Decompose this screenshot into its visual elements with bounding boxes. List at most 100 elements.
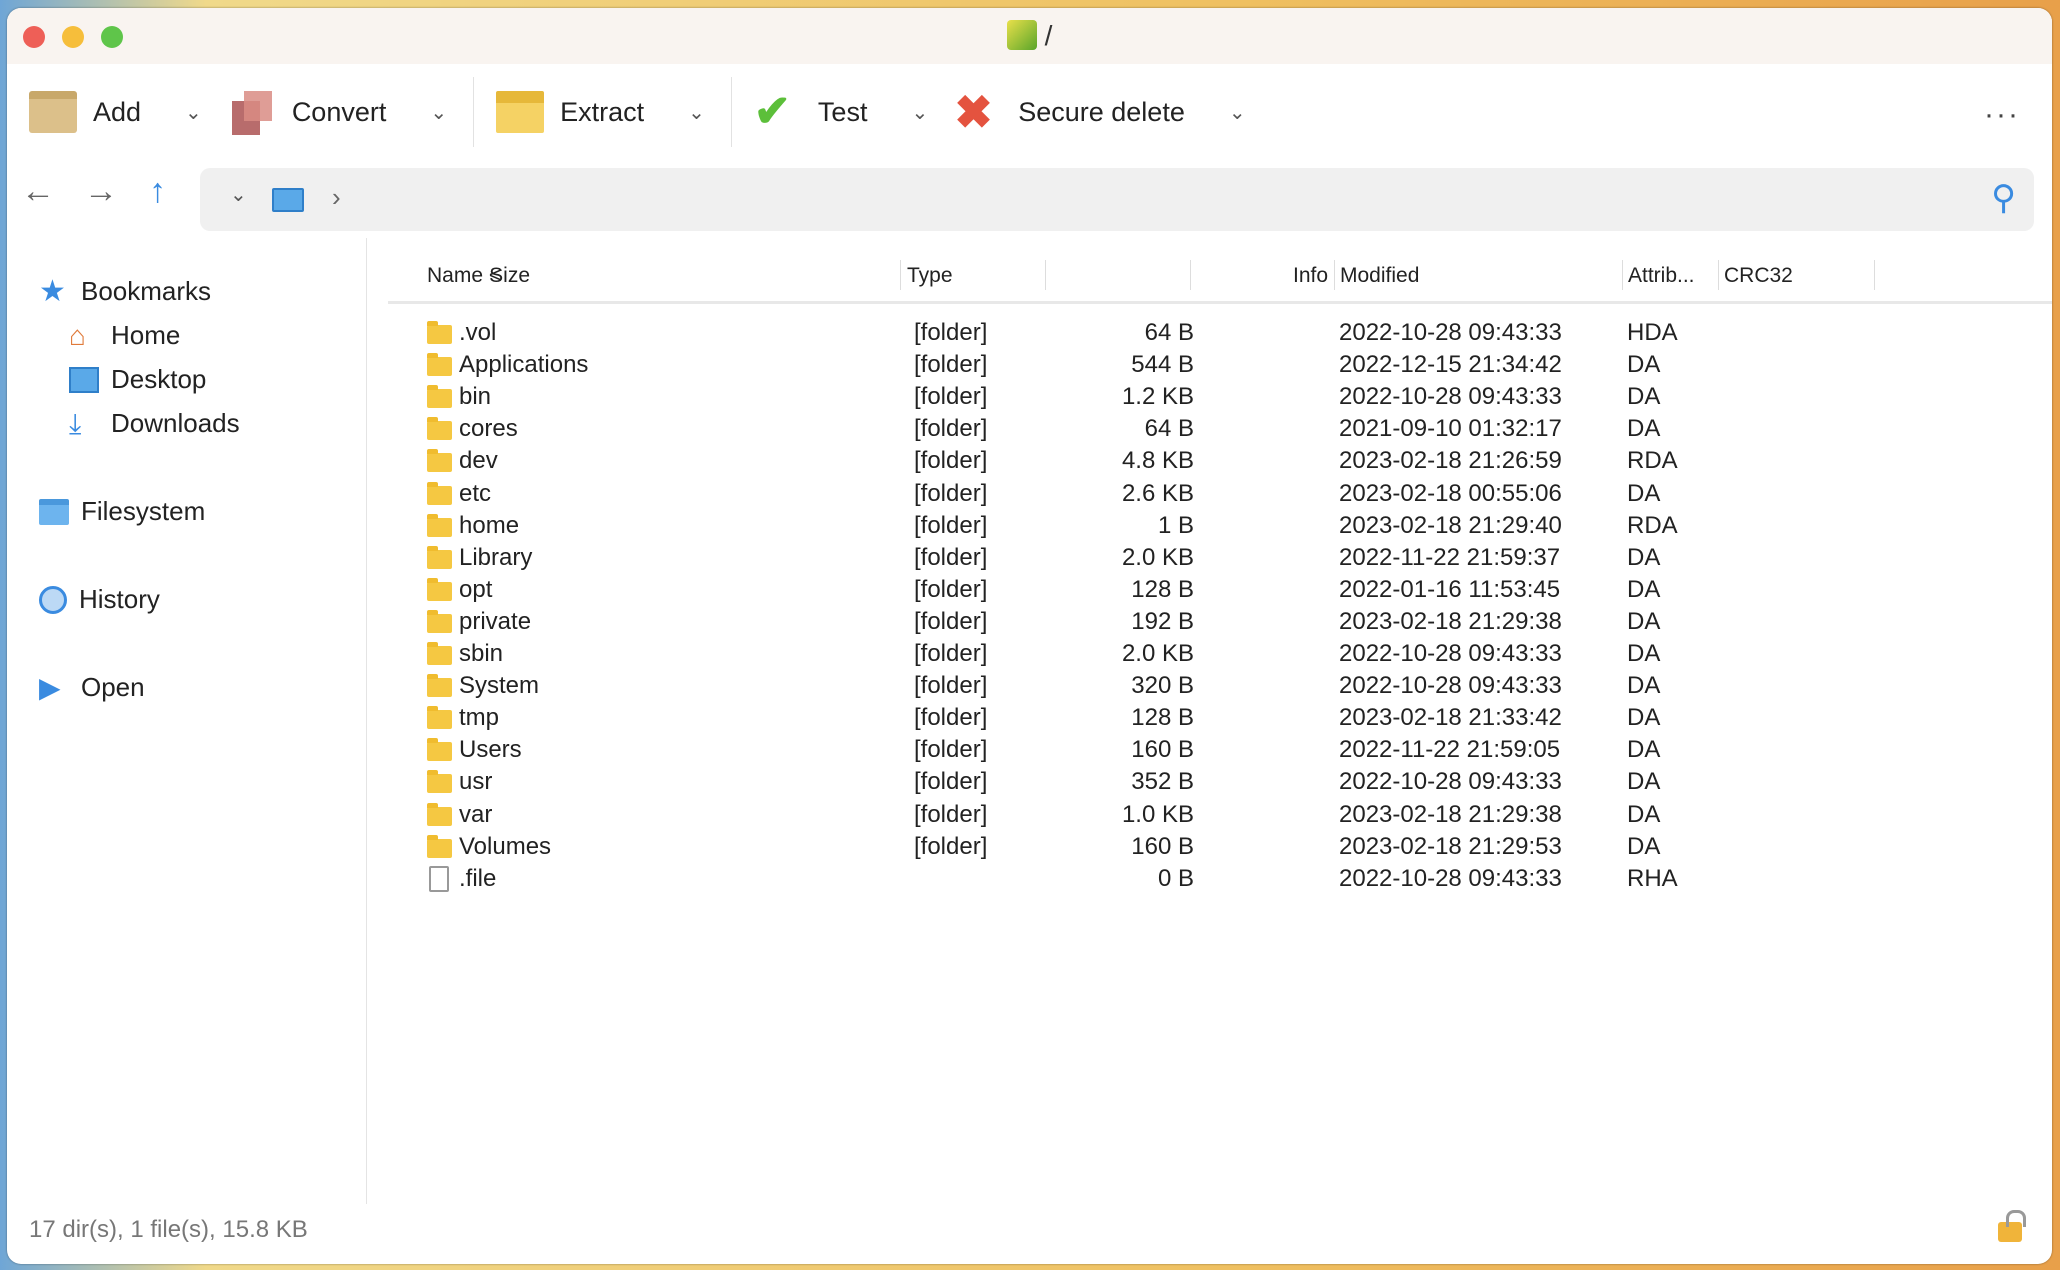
file-icon [429,865,449,892]
column-header-row: Name < Type Size Info Modified Attrib...… [388,238,2052,304]
row-name: Users [459,736,522,764]
unlock-icon[interactable] [1998,1210,2026,1242]
test-button[interactable]: ✔ Test ⌄ [754,77,954,147]
search-icon[interactable]: ⚲ [1991,178,2016,218]
path-bar[interactable]: ⌄ › ⚲ [200,168,2034,231]
computer-icon[interactable] [272,188,304,212]
table-row[interactable]: tmp [folder] 128 B 2023-02-18 21:33:42 D… [368,702,2052,734]
chevron-down-icon[interactable]: ⌄ [688,100,705,125]
row-attributes: DA [1627,672,1661,700]
table-row[interactable]: .vol [folder] 64 B 2022-10-28 09:43:33 H… [368,317,2052,349]
row-attributes: DA [1627,832,1661,860]
column-divider[interactable] [1334,260,1335,290]
column-type[interactable]: Type [907,264,953,288]
chevron-down-icon[interactable]: ⌄ [1229,100,1246,125]
row-attributes: DA [1627,704,1661,732]
sidebar-item-desktop[interactable]: Desktop [69,364,206,395]
sidebar-item-home[interactable]: ⌂ Home [69,320,180,351]
sidebar-item-open[interactable]: ▶ Open [39,672,145,703]
folder-icon [427,609,452,633]
row-modified: 2023-02-18 21:26:59 [1339,447,1562,475]
column-divider[interactable] [1190,260,1191,290]
column-divider[interactable] [1622,260,1623,290]
folder-icon [427,449,452,473]
chevron-down-icon[interactable]: ⌄ [430,100,447,125]
column-divider[interactable] [1045,260,1046,290]
row-type: [folder] [914,768,988,796]
table-row[interactable]: Volumes [folder] 160 B 2023-02-18 21:29:… [368,831,2052,863]
table-row[interactable]: usr [folder] 352 B 2022-10-28 09:43:33 D… [368,766,2052,798]
table-row[interactable]: dev [folder] 4.8 KB 2023-02-18 21:26:59 … [368,445,2052,477]
star-icon: ★ [39,274,66,308]
convert-button[interactable]: Convert ⌄ [228,77,473,147]
row-size: 2.6 KB [1121,479,1194,507]
table-row[interactable]: opt [folder] 128 B 2022-01-16 11:53:45 D… [368,574,2052,606]
sidebar-item-bookmarks[interactable]: ★ Bookmarks [39,276,211,307]
row-attributes: DA [1627,479,1661,507]
table-row[interactable]: var [folder] 1.0 KB 2023-02-18 21:29:38 … [368,799,2052,831]
row-type: [folder] [914,672,988,700]
add-label: Add [93,96,142,127]
table-row[interactable]: Users [folder] 160 B 2022-11-22 21:59:05… [368,734,2052,766]
row-type: [folder] [914,511,988,539]
forward-arrow-icon[interactable]: → [84,172,118,211]
row-type: [folder] [914,832,988,860]
history-label: History [79,584,160,614]
row-name: private [459,607,532,635]
table-row[interactable]: sbin [folder] 2.0 KB 2022-10-28 09:43:33… [368,638,2052,670]
row-size: 1.2 KB [1121,383,1194,411]
status-bar-text: 17 dir(s), 1 file(s), 15.8 KB [29,1216,308,1243]
row-modified: 2022-10-28 09:43:33 [1339,319,1562,346]
row-type: [folder] [914,351,988,379]
column-size[interactable]: Size [489,264,530,288]
column-divider[interactable] [1874,260,1875,290]
add-button[interactable]: Add ⌄ [29,77,228,147]
row-type: [folder] [914,319,988,346]
sidebar-item-history[interactable]: History [39,584,160,615]
bookmarks-label: Bookmarks [81,276,212,306]
table-row[interactable]: Applications [folder] 544 B 2022-12-15 2… [368,349,2052,381]
row-size: 1.0 KB [1121,800,1194,828]
column-crc32[interactable]: CRC32 [1724,264,1793,288]
row-size: 0 B [1157,864,1194,892]
column-info[interactable]: Info [1293,264,1328,288]
row-modified: 2022-10-28 09:43:33 [1339,640,1562,667]
row-name: .file [459,864,497,892]
table-row[interactable]: cores [folder] 64 B 2021-09-10 01:32:17 … [368,413,2052,445]
row-attributes: DA [1627,351,1661,379]
sidebar-item-filesystem[interactable]: Filesystem [39,496,205,527]
table-row[interactable]: Library [folder] 2.0 KB 2022-11-22 21:59… [368,542,2052,574]
column-modified[interactable]: Modified [1340,264,1419,288]
row-name: tmp [459,704,500,732]
row-name: sbin [459,640,504,667]
up-arrow-icon[interactable]: ↑ [149,172,166,211]
row-name: Library [459,543,533,571]
row-type: [folder] [914,800,988,828]
row-attributes: DA [1627,768,1661,796]
table-row[interactable]: System [folder] 320 B 2022-10-28 09:43:3… [368,670,2052,702]
more-options-button[interactable]: ··· [1984,98,2020,132]
play-icon: ▶ [39,671,61,703]
column-attributes[interactable]: Attrib... [1628,264,1695,288]
row-name: var [459,800,493,828]
back-arrow-icon[interactable]: ← [21,172,55,211]
chevron-down-icon[interactable]: ⌄ [911,100,928,125]
column-divider[interactable] [900,260,901,290]
table-row[interactable]: home [folder] 1 B 2023-02-18 21:29:40 RD… [368,510,2052,542]
navigation-bar: ← → ↑ ⌄ › ⚲ [7,160,2052,231]
row-attributes: DA [1627,607,1661,635]
chevron-down-icon[interactable]: ⌄ [230,182,247,207]
table-row[interactable]: .file 0 B 2022-10-28 09:43:33 RHA [368,863,2052,895]
table-row[interactable]: etc [folder] 2.6 KB 2023-02-18 00:55:06 … [368,478,2052,510]
table-row[interactable]: bin [folder] 1.2 KB 2022-10-28 09:43:33 … [368,381,2052,413]
row-attributes: RDA [1627,447,1678,475]
folder-icon [427,577,452,601]
chevron-down-icon[interactable]: ⌄ [185,100,202,125]
extract-button[interactable]: Extract ⌄ [496,77,731,147]
row-attributes: DA [1627,415,1661,443]
table-row[interactable]: private [folder] 192 B 2023-02-18 21:29:… [368,606,2052,638]
sidebar-item-downloads[interactable]: ⤓ Downloads [69,408,240,439]
column-divider[interactable] [1718,260,1719,290]
row-name: opt [459,575,493,603]
secure-delete-button[interactable]: ✖ Secure delete ⌄ [954,77,1271,147]
